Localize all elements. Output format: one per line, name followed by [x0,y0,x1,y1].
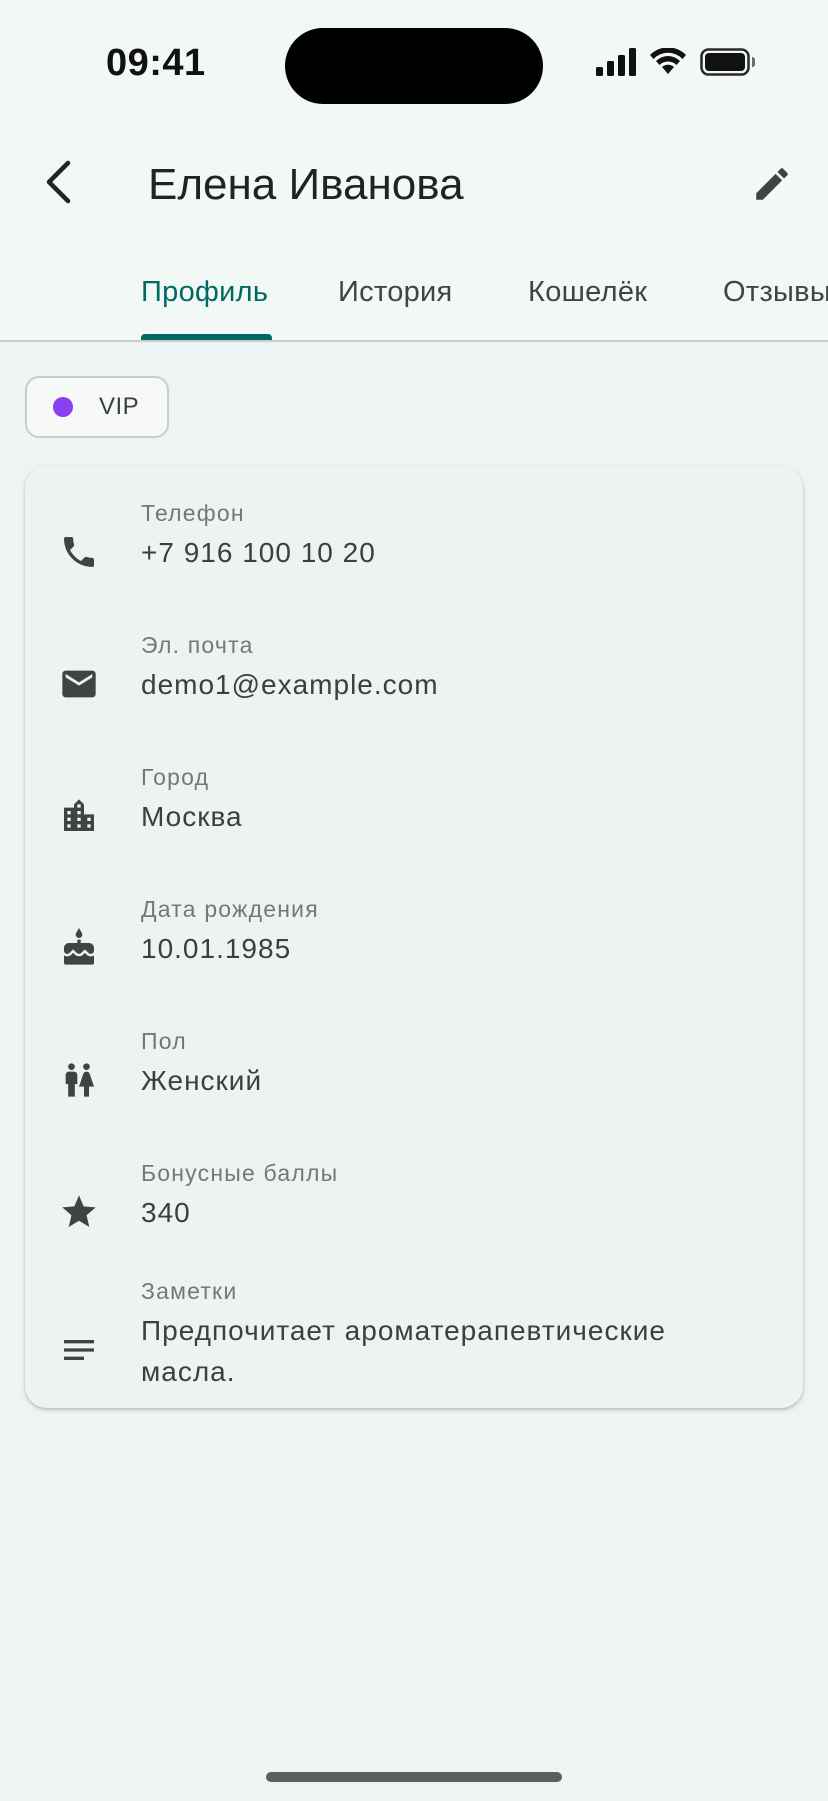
signal-icon [596,48,636,81]
battery-icon [700,48,756,81]
home-indicator [266,1772,562,1782]
chevron-left-icon [42,160,74,209]
tab-wallet[interactable]: Кошелёк [528,268,668,340]
tab-bar: Профиль История Кошелёк Отзывы [0,268,828,340]
detail-value: Москва [141,801,243,832]
building-icon [57,794,101,838]
status-time: 09:41 [106,42,206,84]
detail-value: demo1@example.com [141,669,439,700]
page-title: Елена Иванова [148,160,464,209]
notes-icon [57,1328,101,1372]
detail-value: 340 [141,1197,191,1228]
pencil-icon [751,163,793,210]
star-icon [57,1190,101,1234]
tab-history[interactable]: История [338,268,468,340]
chip-label: VIP [99,393,140,420]
tab-active-indicator [141,334,272,340]
contact-details-card: Телефон +7 916 100 10 20 Эл. почта demo1… [25,466,803,1408]
status-icons [596,47,756,81]
detail-value: +7 916 100 10 20 [141,537,376,568]
app-header: 09:41 Елена Иванова Профиль История Коше… [0,0,828,342]
detail-label: Телефон [141,500,245,526]
detail-value: Женский [141,1065,263,1096]
detail-value: 10.01.1985 [141,933,292,964]
detail-value: Предпочитает ароматерапевтические масла. [141,1315,666,1387]
detail-label: Заметки [141,1278,238,1304]
detail-label: Бонусные баллы [141,1160,339,1186]
detail-label: Дата рождения [141,896,319,922]
phone-icon [57,530,101,574]
wifi-icon [650,47,686,81]
tab-label: Кошелёк [528,276,648,308]
detail-label: Эл. почта [141,632,254,658]
back-button[interactable] [30,152,86,216]
tab-profile[interactable]: Профиль [141,268,273,340]
status-dot [53,397,73,417]
tab-label: Профиль [141,276,269,308]
tab-reviews[interactable]: Отзывы [723,268,828,340]
tab-label: История [338,276,453,308]
dynamic-island [285,28,543,104]
wc-icon [57,1058,101,1102]
tab-label: Отзывы [723,276,828,308]
vip-chip[interactable]: VIP [25,376,169,438]
mail-icon [57,662,101,706]
edit-button[interactable] [742,156,802,216]
detail-label: Пол [141,1028,187,1054]
cake-icon [57,926,101,970]
detail-label: Город [141,764,210,790]
